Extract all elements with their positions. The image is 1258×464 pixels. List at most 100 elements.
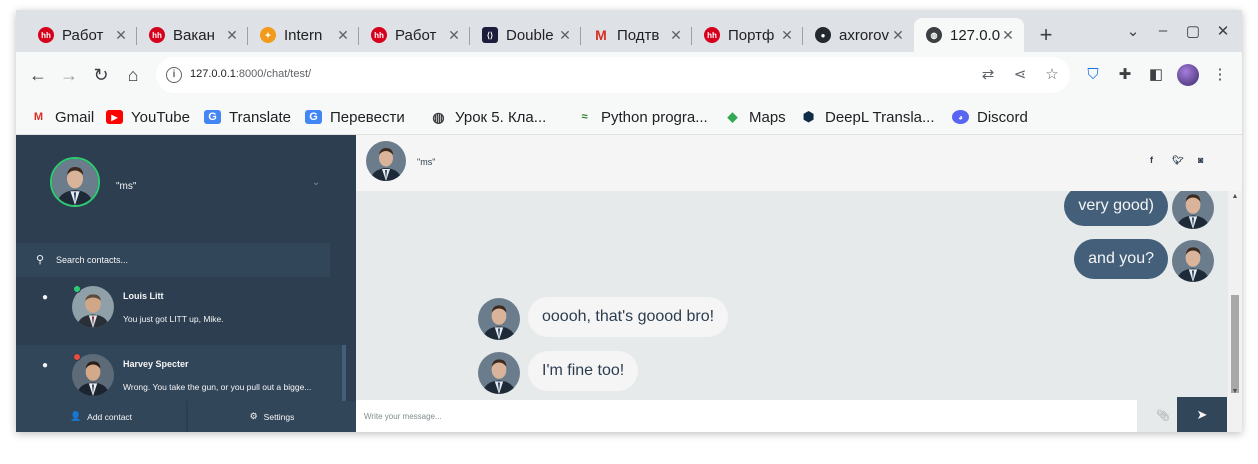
new-tab-button[interactable]: + (1032, 22, 1060, 50)
bookmark-lesson[interactable]: ◍ Урок 5. Кла... (430, 108, 546, 126)
bookmark-label: Gmail (55, 108, 95, 126)
translate-icon: G (305, 110, 322, 124)
home-icon[interactable]: ⌂ (120, 62, 146, 88)
reload-icon[interactable]: ↻ (88, 62, 114, 88)
back-icon[interactable]: ← (25, 62, 51, 88)
scrollbar-thumb[interactable] (1231, 295, 1239, 393)
translate-icon[interactable]: ⇄ (978, 65, 998, 85)
bookmark-label: Maps (749, 108, 786, 126)
send-button[interactable]: ➤ (1177, 397, 1227, 432)
hh-icon: hh (371, 27, 387, 43)
shield-extension-icon[interactable]: ⛉ (1082, 64, 1104, 86)
contact-harvey-specter[interactable]: ● Harvey Specter Wrong. You take the gun… (16, 345, 350, 401)
contacts-scrollbar[interactable] (346, 277, 356, 401)
tab-9-active[interactable]: ◍ 127.0.0 ✕ (914, 18, 1024, 52)
message-bubble: ooooh, that's goood bro! (528, 297, 729, 337)
url-text[interactable]: 127.0.0.1:8000/chat/test/ (190, 68, 311, 80)
bookmark-perevesti[interactable]: G Перевести (305, 108, 405, 126)
message-replied: I'm fine too! (356, 351, 1228, 394)
gear-icon: ⚙ (249, 411, 258, 421)
bookmark-maps[interactable]: ◆ Maps (724, 108, 786, 126)
globe-icon: ◍ (432, 108, 445, 125)
close-window-icon[interactable]: ✕ (1208, 22, 1238, 40)
close-icon[interactable]: ✕ (668, 27, 684, 44)
status-online-dot (73, 285, 81, 293)
add-contact-button[interactable]: 👤 Add contact (16, 401, 186, 432)
profile-avatar[interactable] (1177, 64, 1199, 86)
bookmark-discord[interactable]: ◕ Discord (952, 108, 1028, 126)
tab-4[interactable]: hh Работ ✕ (359, 18, 470, 52)
chat-partner-avatar[interactable] (366, 141, 406, 181)
site-info-icon[interactable]: i (166, 67, 182, 83)
bookmark-python[interactable]: ≈ Python progra... (576, 108, 707, 126)
tab-3[interactable]: ✦ Intern ✕ (248, 18, 359, 52)
menu-icon[interactable]: ⋮ (1209, 64, 1231, 86)
facebook-icon[interactable]: f (1150, 155, 1153, 165)
sidepanel-bottom-bar: 👤 Add contact ⚙ Settings (16, 401, 356, 432)
close-icon[interactable]: ✕ (1000, 27, 1016, 44)
address-bar[interactable]: i 127.0.0.1:8000/chat/test/ ⇄ ⋖ ☆ (156, 57, 1070, 93)
status-busy-dot (73, 353, 81, 361)
paperclip-icon[interactable]: 📎︎ (1156, 409, 1170, 422)
tab-7[interactable]: hh Портф ✕ (692, 18, 803, 52)
side-panel-icon[interactable]: ◧ (1145, 64, 1167, 86)
tab-5[interactable]: ⟨⟩ Double ✕ (470, 18, 581, 52)
minimize-icon[interactable]: – (1148, 22, 1178, 39)
close-icon[interactable]: ✕ (446, 27, 462, 44)
message-bubble: and you? (1074, 239, 1168, 279)
share-icon[interactable]: ⋖ (1010, 65, 1030, 85)
search-input[interactable] (56, 249, 316, 271)
my-profile: "ms" ⌄ (16, 135, 356, 243)
chevron-down-icon[interactable]: ⌄ (312, 177, 320, 188)
scroll-down-icon[interactable]: ▼ (1231, 388, 1239, 395)
message-replied: ooooh, that's goood bro! (356, 297, 1228, 340)
close-icon[interactable]: ✕ (557, 27, 573, 44)
bookmark-label: YouTube (131, 108, 190, 126)
tab-2[interactable]: hh Вакан ✕ (137, 18, 248, 52)
twitter-icon[interactable]: 🐦︎ (1172, 155, 1183, 166)
tab-strip: hh Работ ✕ hh Вакан ✕ ✦ Intern ✕ hh Рабо… (16, 10, 1242, 52)
chat-page: "ms" ⌄ ⚲ ● (16, 135, 1242, 432)
maximize-icon[interactable]: ▢ (1178, 22, 1208, 40)
browser-window: hh Работ ✕ hh Вакан ✕ ✦ Intern ✕ hh Рабо… (16, 10, 1242, 432)
tab-title: Портф (728, 26, 775, 44)
tab-8[interactable]: ● axrorov ✕ (803, 18, 914, 52)
extensions-icon[interactable]: ✚ (1114, 64, 1136, 86)
contact-preview: You just got LITT up, Mike. (123, 314, 224, 324)
tab-title: Подтв (617, 26, 660, 44)
bookmark-youtube[interactable]: ▶ YouTube (106, 108, 190, 126)
message-bubble: I'm fine too! (528, 351, 639, 391)
message-input[interactable] (356, 400, 1137, 432)
tab-6[interactable]: M Подтв ✕ (581, 18, 692, 52)
messages-scrollbar[interactable]: ▲ ▼ (1228, 191, 1242, 397)
close-icon[interactable]: ✕ (113, 27, 129, 44)
list-bullet: ● (42, 360, 49, 371)
instagram-icon[interactable]: ◙ (1198, 155, 1203, 165)
bookmark-gmail[interactable]: M Gmail (30, 108, 94, 126)
chat-content: "ms" f 🐦︎ ◙ very good) and you? ooooh, t… (356, 135, 1242, 432)
bookmark-translate[interactable]: G Translate (204, 108, 291, 126)
hh-icon: hh (149, 27, 165, 43)
gmail-icon: M (595, 27, 607, 43)
close-icon[interactable]: ✕ (779, 27, 795, 44)
contact-louis-litt[interactable]: ● Louis Litt You just got LITT up, Mike. (16, 277, 350, 343)
bookmark-label: Урок 5. Кла... (455, 108, 547, 126)
scroll-up-icon[interactable]: ▲ (1231, 193, 1239, 200)
translate-icon: G (204, 110, 221, 124)
avatar-image (478, 352, 520, 394)
bookmark-deepl[interactable]: ⬢ DeepL Transla... (800, 108, 935, 126)
tab-1[interactable]: hh Работ ✕ (26, 18, 137, 52)
paper-plane-icon: ➤ (1196, 407, 1208, 422)
close-icon[interactable]: ✕ (890, 27, 906, 44)
bookmarks-bar: M Gmail ▶ YouTube G Translate G Перевест… (16, 98, 1242, 135)
message-bubble: very good) (1064, 191, 1168, 226)
add-contact-label: Add contact (87, 411, 133, 422)
settings-button[interactable]: ⚙ Settings (188, 401, 356, 432)
tab-search-icon[interactable]: ⌄ (1118, 22, 1148, 40)
close-icon[interactable]: ✕ (335, 27, 351, 44)
forward-icon[interactable]: → (56, 62, 82, 88)
bookmark-star-icon[interactable]: ☆ (1042, 65, 1062, 85)
my-avatar[interactable] (50, 157, 100, 207)
close-icon[interactable]: ✕ (224, 27, 240, 44)
chat-header: "ms" f 🐦︎ ◙ (356, 135, 1242, 191)
